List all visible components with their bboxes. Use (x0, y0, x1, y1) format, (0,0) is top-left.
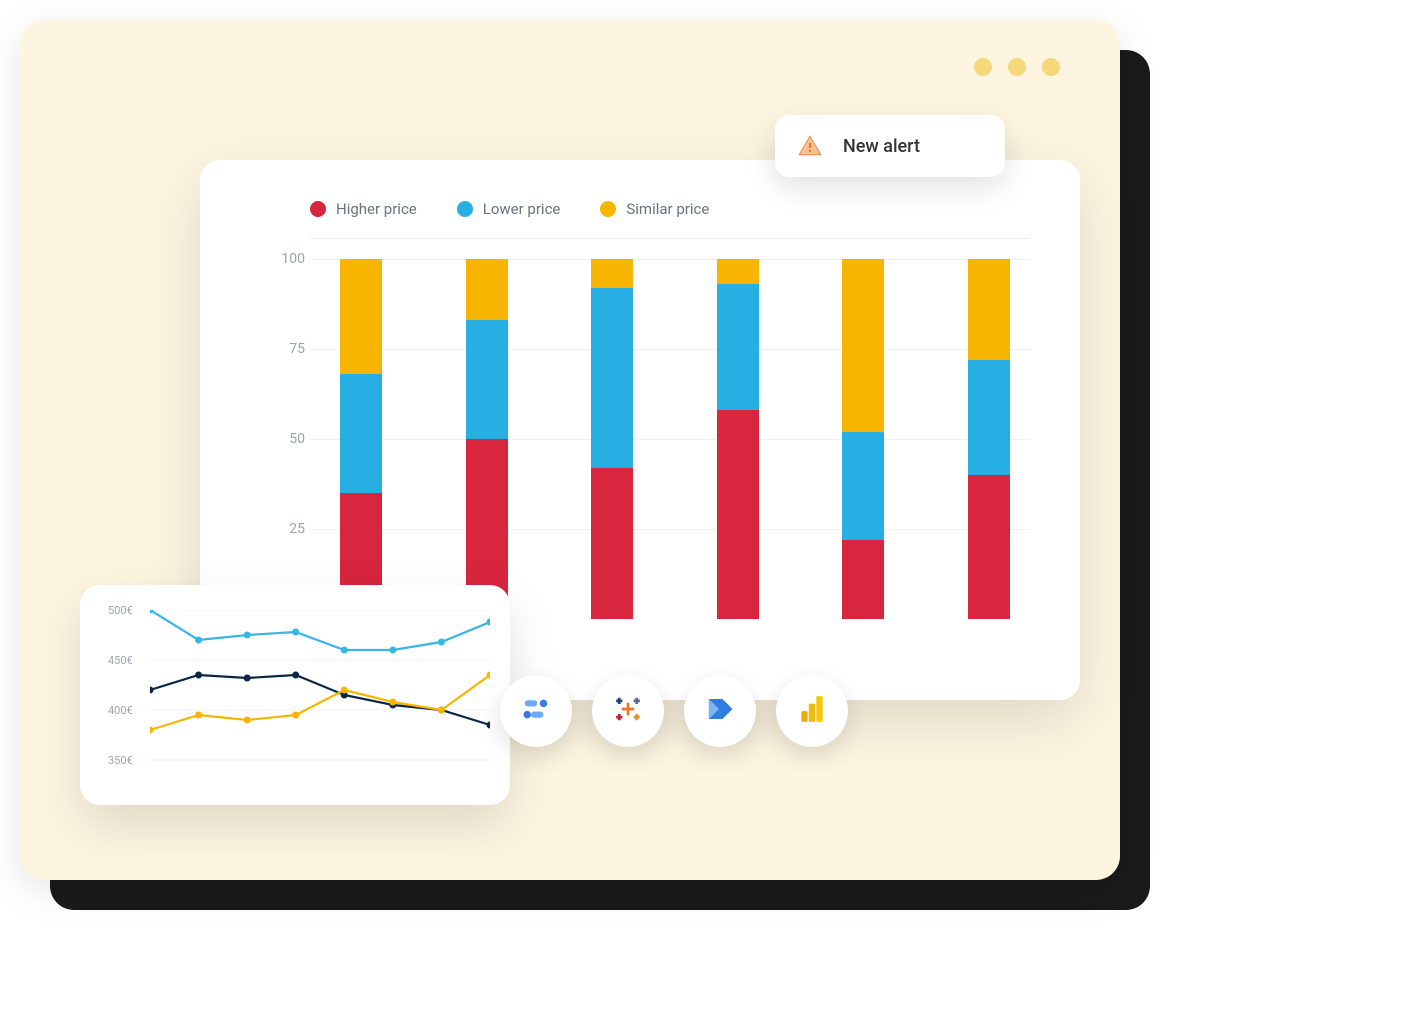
data-point[interactable] (195, 672, 202, 679)
data-point[interactable] (150, 687, 154, 694)
data-point[interactable] (341, 687, 348, 694)
window-dot-icon (974, 58, 992, 76)
warning-triangle-icon (797, 133, 823, 159)
bar-segment (591, 288, 633, 468)
data-point[interactable] (244, 717, 251, 724)
data-studio-icon (521, 694, 551, 728)
stacked-bar[interactable] (717, 259, 759, 619)
y-tick-label: 75 (289, 341, 305, 357)
bar-segment (842, 540, 884, 619)
tableau-icon (613, 694, 643, 728)
mini-y-tick-label: 350€ (108, 754, 133, 767)
bar-group (320, 259, 1030, 619)
integration-row (500, 675, 848, 747)
bar-segment (717, 259, 759, 284)
power-automate-icon (705, 694, 735, 728)
legend: Higher price Lower price Similar price (310, 200, 1030, 239)
line-series (150, 675, 490, 730)
stacked-bar[interactable] (842, 259, 884, 619)
line-chart-card: 500€ 450€ 400€ 350€ (80, 585, 510, 805)
legend-label: Higher price (336, 200, 417, 218)
bar-segment (968, 475, 1010, 619)
integration-tableau[interactable] (592, 675, 664, 747)
y-axis: 100755025 (260, 259, 305, 619)
legend-item-similar[interactable]: Similar price (600, 200, 709, 218)
data-point[interactable] (292, 629, 299, 636)
bar-segment (842, 432, 884, 540)
y-tick-label: 25 (289, 521, 305, 537)
legend-label: Lower price (483, 200, 561, 218)
bar-segment (968, 259, 1010, 360)
bar-segment (591, 468, 633, 619)
data-point[interactable] (487, 619, 491, 626)
data-point[interactable] (389, 699, 396, 706)
bar-segment (717, 410, 759, 619)
integration-power-automate[interactable] (684, 675, 756, 747)
alert-card[interactable]: New alert (775, 115, 1005, 177)
legend-item-higher[interactable]: Higher price (310, 200, 417, 218)
legend-dot-icon (457, 201, 473, 217)
data-point[interactable] (292, 672, 299, 679)
integration-power-bi[interactable] (776, 675, 848, 747)
data-point[interactable] (244, 675, 251, 682)
stacked-bar[interactable] (591, 259, 633, 619)
mini-y-tick-label: 400€ (108, 704, 133, 717)
data-point[interactable] (487, 722, 491, 729)
bar-segment (968, 360, 1010, 475)
bar-segment (717, 284, 759, 410)
data-point[interactable] (438, 707, 445, 714)
data-point[interactable] (438, 639, 445, 646)
stacked-bar[interactable] (466, 259, 508, 619)
bar-segment (591, 259, 633, 288)
stacked-bar-chart: 100755025 (310, 259, 1030, 619)
data-point[interactable] (150, 727, 154, 734)
legend-item-lower[interactable]: Lower price (457, 200, 561, 218)
data-point[interactable] (341, 647, 348, 654)
legend-dot-icon (310, 201, 326, 217)
bar-segment (466, 320, 508, 439)
legend-label: Similar price (626, 200, 709, 218)
legend-dot-icon (600, 201, 616, 217)
y-tick-label: 50 (289, 431, 305, 447)
bar-segment (340, 259, 382, 374)
data-point[interactable] (195, 637, 202, 644)
integration-data-studio[interactable] (500, 675, 572, 747)
mini-y-tick-label: 450€ (108, 654, 133, 667)
alert-label: New alert (843, 136, 920, 157)
line-chart (150, 610, 490, 770)
window-controls (974, 58, 1060, 76)
data-point[interactable] (195, 712, 202, 719)
stacked-bar[interactable] (968, 259, 1010, 619)
stacked-bar[interactable] (340, 259, 382, 619)
mini-y-tick-label: 500€ (108, 604, 133, 617)
bar-segment (466, 259, 508, 320)
window-dot-icon (1008, 58, 1026, 76)
bar-segment (842, 259, 884, 432)
window-dot-icon (1042, 58, 1060, 76)
y-tick-label: 100 (281, 251, 305, 267)
data-point[interactable] (292, 712, 299, 719)
bar-segment (340, 374, 382, 493)
power-bi-icon (799, 694, 825, 728)
data-point[interactable] (244, 632, 251, 639)
data-point[interactable] (389, 647, 396, 654)
